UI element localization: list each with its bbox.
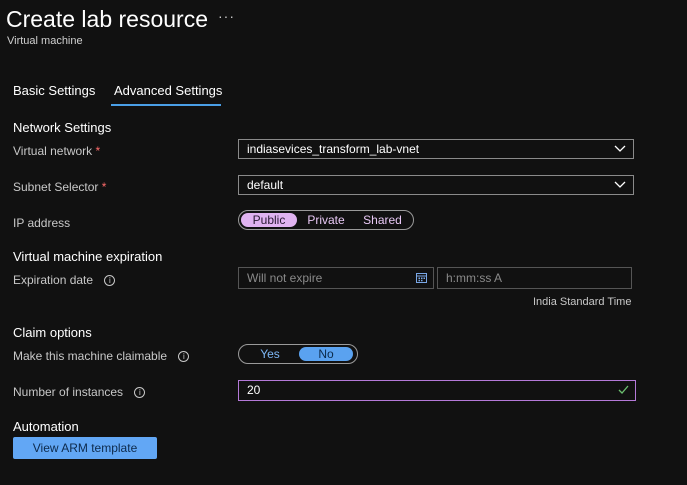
instances-label: Number of instances i (13, 385, 146, 399)
required-marker: * (95, 144, 101, 158)
info-icon[interactable]: i (178, 351, 190, 363)
virtual-network-value: indiasevices_transform_lab-vnet (247, 142, 420, 156)
subnet-selector-label: Subnet Selector * (13, 180, 106, 194)
ip-option-public[interactable]: Public (241, 213, 297, 227)
expiration-date-input[interactable]: Will not expire (238, 267, 434, 289)
ip-option-private[interactable]: Private (297, 213, 355, 227)
claim-option-no[interactable]: No (299, 347, 353, 361)
calendar-icon[interactable] (416, 272, 427, 283)
tab-advanced-settings[interactable]: Advanced Settings (114, 83, 222, 99)
page-subtitle: Virtual machine (7, 35, 83, 47)
instances-value: 20 (247, 383, 261, 397)
ip-address-label: IP address (13, 216, 71, 230)
required-marker: * (101, 180, 107, 194)
virtual-network-label-text: Virtual network (13, 144, 93, 158)
instances-label-text: Number of instances (13, 385, 124, 399)
checkmark-icon (618, 385, 629, 394)
info-icon[interactable]: i (134, 387, 146, 399)
vm-expiration-heading: Virtual machine expiration (13, 249, 163, 264)
claimable-label-text: Make this machine claimable (13, 349, 168, 363)
instances-input[interactable]: 20 (238, 380, 636, 401)
claim-option-yes[interactable]: Yes (241, 347, 299, 361)
expiration-date-placeholder: Will not expire (247, 271, 323, 285)
virtual-network-label: Virtual network * (13, 144, 100, 158)
view-arm-template-button[interactable]: View ARM template (13, 437, 157, 459)
subnet-selector-label-text: Subnet Selector (13, 180, 99, 194)
ip-option-shared[interactable]: Shared (355, 213, 410, 227)
page-title: Create lab resource (6, 6, 208, 32)
expiration-time-placeholder: h:mm:ss A (446, 271, 503, 285)
more-options-icon[interactable]: ··· (218, 8, 235, 24)
claim-options-heading: Claim options (13, 325, 92, 340)
expiration-time-input[interactable]: h:mm:ss A (437, 267, 632, 289)
expiration-date-label-text: Expiration date (13, 273, 94, 287)
virtual-network-dropdown[interactable]: indiasevices_transform_lab-vnet (238, 139, 634, 159)
subnet-selector-value: default (247, 178, 284, 192)
chevron-down-icon (614, 145, 626, 152)
chevron-down-icon (614, 181, 626, 188)
subnet-selector-dropdown[interactable]: default (238, 175, 634, 195)
expiration-date-label: Expiration date i (13, 273, 116, 287)
automation-heading: Automation (13, 419, 79, 434)
info-icon[interactable]: i (104, 275, 116, 287)
claimable-label: Make this machine claimable i (13, 349, 190, 363)
timezone-label: India Standard Time (533, 296, 632, 308)
tab-basic-settings[interactable]: Basic Settings (13, 83, 95, 99)
tab-active-indicator (111, 104, 221, 106)
claimable-toggle: Yes No (238, 344, 358, 364)
network-settings-heading: Network Settings (13, 120, 112, 135)
ip-address-toggle: Public Private Shared (238, 210, 414, 230)
